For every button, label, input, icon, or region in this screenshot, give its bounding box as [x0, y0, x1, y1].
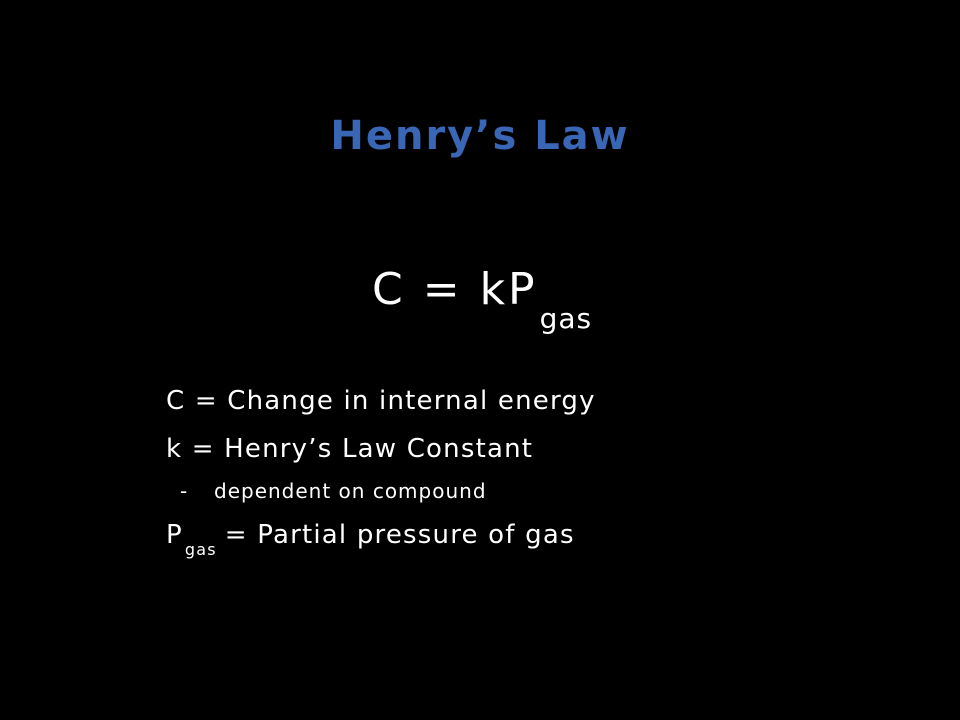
- definition-p: Pgas = Partial pressure of gas: [166, 520, 575, 558]
- definition-k-note: - dependent on compound: [180, 481, 487, 501]
- p-text: = Partial pressure of gas: [224, 520, 575, 550]
- definition-c: C = Change in internal energy: [166, 386, 596, 416]
- formula-main: C = kP: [372, 264, 538, 315]
- formula-subscript: gas: [539, 302, 593, 335]
- slide: Henry’s Law C = kPgas C = Change in inte…: [0, 0, 960, 720]
- note-text: dependent on compound: [214, 479, 487, 503]
- p-symbol: P: [166, 520, 183, 550]
- p-subscript: gas: [184, 540, 217, 559]
- slide-title: Henry’s Law: [330, 113, 630, 159]
- note-bullet: -: [180, 479, 189, 503]
- definition-k: k = Henry’s Law Constant: [166, 434, 534, 464]
- henrys-law-formula: C = kPgas: [372, 268, 592, 333]
